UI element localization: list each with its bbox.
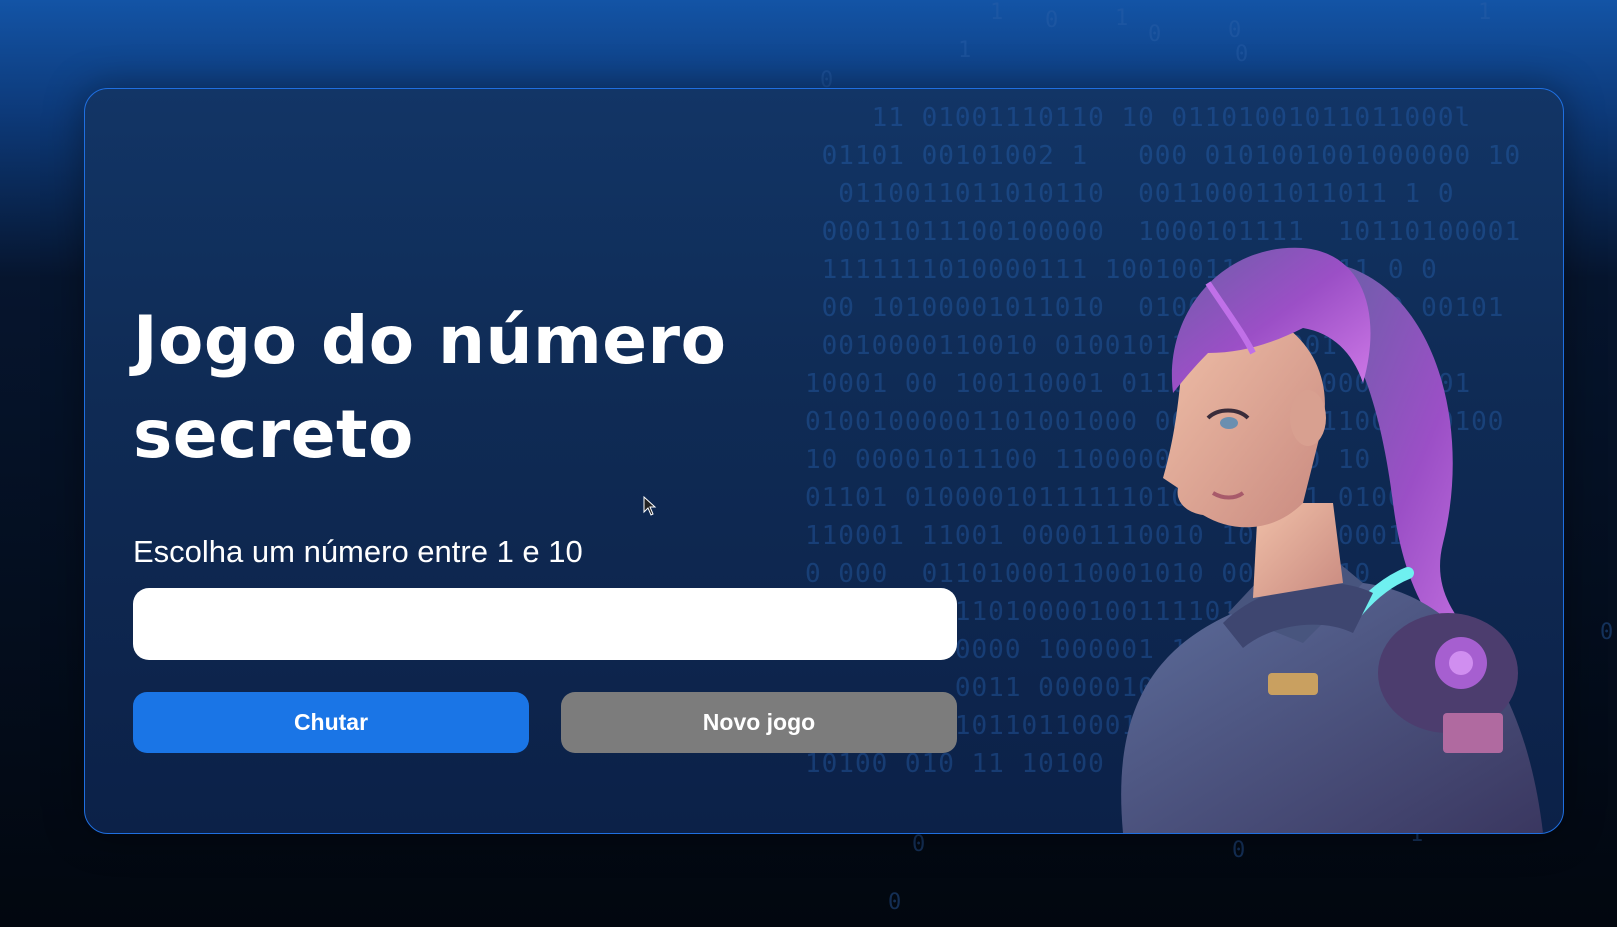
button-row: Chutar Novo jogo [133, 692, 963, 753]
mouse-pointer-icon [643, 496, 657, 516]
guess-input[interactable] [133, 588, 957, 660]
guess-button[interactable]: Chutar [133, 692, 529, 753]
new-game-button[interactable]: Novo jogo [561, 692, 957, 753]
game-panel: Jogo do número secreto Escolha um número… [133, 294, 963, 753]
astronaut-girl-illustration [1121, 247, 1543, 833]
instruction-text: Escolha um número entre 1 e 10 [133, 534, 583, 569]
game-container: 11 01001110110 10 01101001011011000l 011… [84, 88, 1564, 834]
page-title: Jogo do número secreto [133, 302, 727, 473]
